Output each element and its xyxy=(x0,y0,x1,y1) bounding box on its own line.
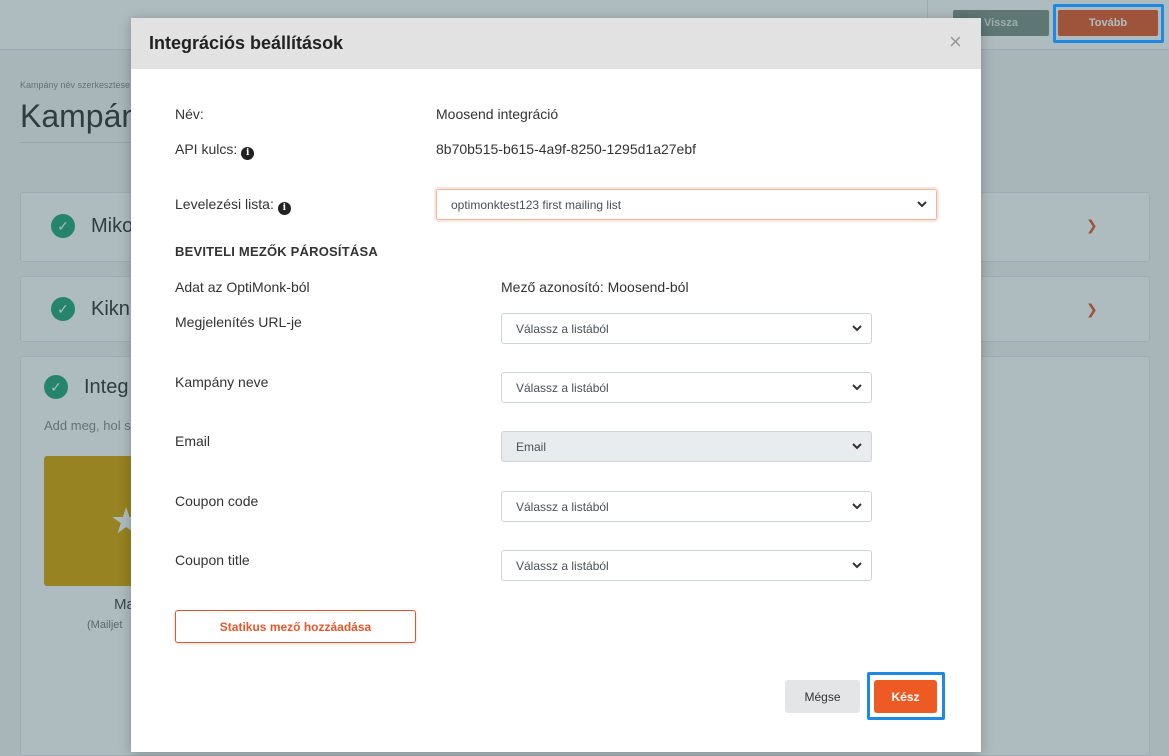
api-key-label-row: API kulcs: i xyxy=(175,141,255,160)
mapping-select[interactable]: Válassz a listából xyxy=(501,491,872,522)
info-icon[interactable]: i xyxy=(241,146,255,160)
name-label: Név: xyxy=(175,106,204,122)
mailing-list-label: Levelezési lista: xyxy=(175,196,274,212)
mapping-label: Kampány neve xyxy=(175,374,269,390)
mapping-select-value: Válassz a listából xyxy=(516,380,609,395)
done-button[interactable]: Kész xyxy=(874,680,937,713)
chevron-down-icon xyxy=(852,562,862,569)
chevron-down-icon xyxy=(917,201,927,208)
mailing-list-select[interactable]: optimonktest123 first mailing list xyxy=(436,189,937,220)
chevron-down-icon xyxy=(852,325,862,332)
api-key-label: API kulcs: xyxy=(175,141,238,157)
mailing-list-label-row: Levelezési lista: i xyxy=(175,196,291,215)
mapping-select[interactable]: Válassz a listából xyxy=(501,313,872,344)
api-key-value: 8b70b515-b615-4a9f-8250-1295d1a27ebf xyxy=(436,141,697,157)
field-mapping-section-title: BEVITELI MEZŐK PÁROSÍTÁSA xyxy=(175,244,378,259)
mapping-select-value: Email xyxy=(516,439,547,454)
info-icon[interactable]: i xyxy=(277,201,291,215)
mapping-select-value: Válassz a listából xyxy=(516,558,609,573)
modal-title: Integrációs beállítások xyxy=(149,33,344,53)
mapping-select: Email xyxy=(501,431,872,462)
mapping-label: Coupon title xyxy=(175,552,250,568)
chevron-down-icon xyxy=(852,384,862,391)
chevron-down-icon xyxy=(852,503,862,510)
cancel-button[interactable]: Mégse xyxy=(785,680,860,713)
mapping-select[interactable]: Válassz a listából xyxy=(501,372,872,403)
mapping-label: Coupon code xyxy=(175,493,259,509)
integration-settings-modal: Integrációs beállítások × Név: Moosend i… xyxy=(131,18,981,752)
name-value: Moosend integráció xyxy=(436,106,559,122)
close-icon[interactable]: × xyxy=(949,31,962,53)
mapping-select[interactable]: Válassz a listából xyxy=(501,550,872,581)
chevron-down-icon xyxy=(852,443,862,450)
mailing-list-selected: optimonktest123 first mailing list xyxy=(451,197,622,212)
mapping-select-value: Válassz a listából xyxy=(516,321,609,336)
mapping-select-value: Válassz a listából xyxy=(516,499,609,514)
add-static-field-button[interactable]: Statikus mező hozzáadása xyxy=(175,610,416,643)
mapping-label: Megjelenítés URL-je xyxy=(175,314,302,330)
modal-header: Integrációs beállítások × xyxy=(131,18,981,69)
mapping-label: Email xyxy=(175,433,211,449)
optimonk-data-column-header: Adat az OptiMonk-ból xyxy=(175,279,310,295)
moosend-field-column-header: Mező azonosító: Moosend-ból xyxy=(501,279,689,295)
